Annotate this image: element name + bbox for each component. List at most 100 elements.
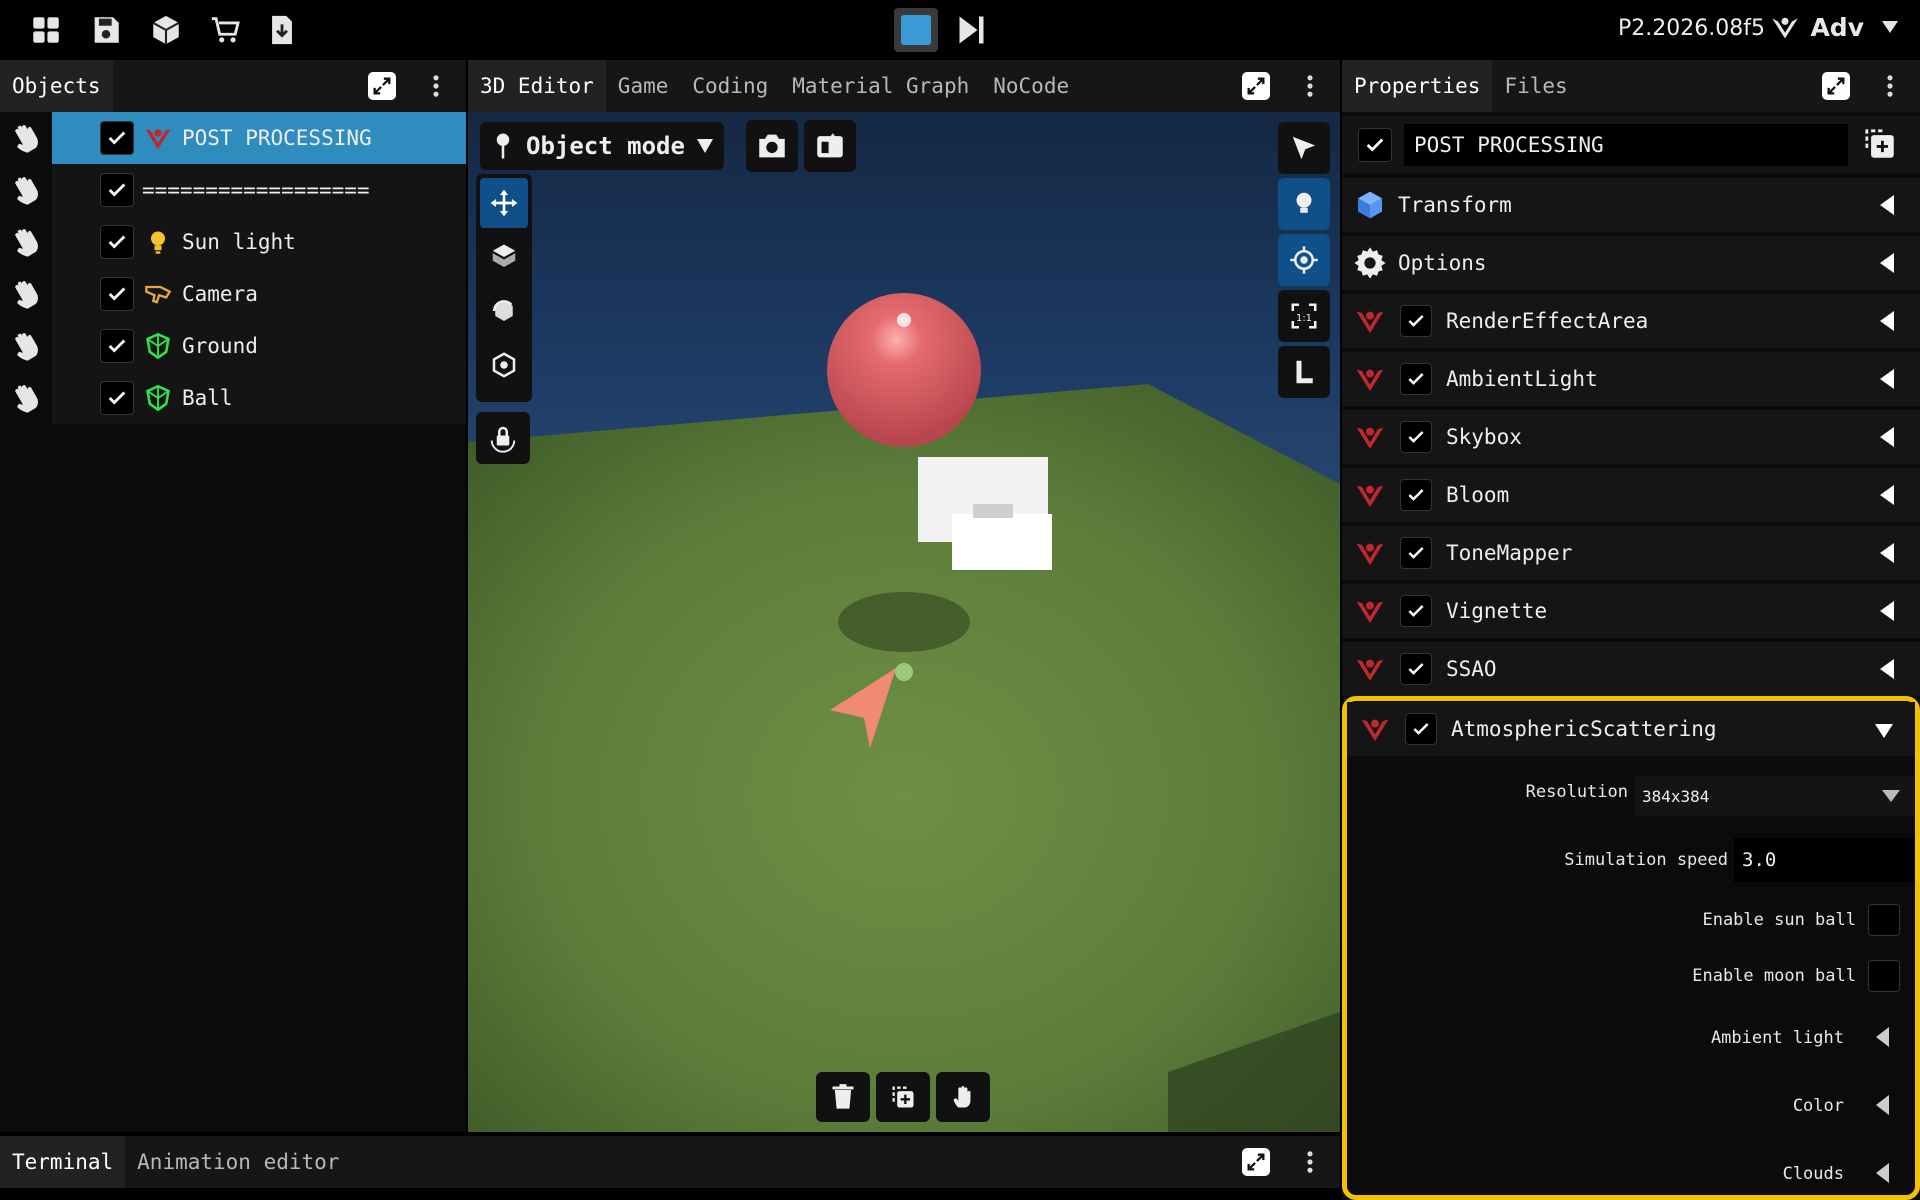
list-item[interactable]: Sun light [0, 216, 466, 268]
view-camera-button[interactable] [804, 120, 856, 172]
chevron-left-icon[interactable] [1876, 1163, 1889, 1183]
local-space-button[interactable] [1278, 346, 1330, 398]
chevron-left-icon[interactable] [1876, 1027, 1889, 1047]
section-checkbox[interactable] [1400, 363, 1432, 395]
section-checkbox[interactable] [1400, 421, 1432, 453]
chevron-down-icon[interactable] [1875, 724, 1893, 738]
chevron-left-icon[interactable] [1880, 427, 1894, 447]
list-item[interactable]: Ground [0, 320, 466, 372]
list-item[interactable]: Ball [0, 372, 466, 424]
scale-tool-icon[interactable] [480, 232, 528, 282]
object-name-row: POST PROCESSING [1342, 116, 1920, 174]
tab-3d-editor[interactable]: 3D Editor [468, 60, 606, 112]
more-options-icon[interactable] [1292, 68, 1328, 104]
tab-nocode[interactable]: NoCode [981, 60, 1081, 112]
chevron-left-icon[interactable] [1880, 601, 1894, 621]
screenshot-button[interactable] [746, 120, 798, 172]
section-transform[interactable]: Transform [1342, 178, 1920, 232]
3d-viewport[interactable]: Object mode 1:1 [468, 112, 1340, 1132]
chevron-left-icon[interactable] [1880, 195, 1894, 215]
select-tool-button[interactable] [1278, 122, 1330, 174]
visibility-checkbox[interactable] [100, 277, 134, 311]
expand-icon[interactable] [1242, 72, 1270, 100]
hand-icon[interactable] [8, 224, 44, 260]
section-ambientlight[interactable]: AmbientLight [1342, 352, 1920, 406]
add-component-icon[interactable] [1864, 128, 1898, 162]
tab-objects[interactable]: Objects [0, 60, 113, 112]
visibility-checkbox[interactable] [100, 381, 134, 415]
visibility-checkbox[interactable] [100, 329, 134, 363]
actual-size-button[interactable]: 1:1 [1278, 290, 1330, 342]
transform-tool-icon[interactable] [480, 340, 528, 390]
tab-terminal[interactable]: Terminal [0, 1136, 126, 1188]
tab-properties[interactable]: Properties [1342, 60, 1493, 112]
section-checkbox[interactable] [1400, 479, 1432, 511]
object-mode-dropdown[interactable]: Object mode [480, 122, 724, 170]
sun-ball-checkbox[interactable] [1868, 904, 1900, 936]
chevron-left-icon[interactable] [1880, 253, 1894, 273]
cart-icon[interactable] [202, 8, 250, 52]
expand-icon[interactable] [368, 72, 396, 100]
lock-rotate-button[interactable] [476, 412, 530, 464]
chevron-left-icon[interactable] [1880, 369, 1894, 389]
section-rendereffectarea[interactable]: RenderEffectArea [1342, 294, 1920, 348]
moon-ball-checkbox[interactable] [1868, 960, 1900, 992]
section-checkbox[interactable] [1400, 305, 1432, 337]
focus-toggle[interactable] [1278, 234, 1330, 286]
enabled-checkbox[interactable] [1358, 128, 1392, 162]
cube-icon[interactable] [142, 8, 190, 52]
list-item[interactable]: ================== [0, 164, 466, 216]
pan-button[interactable] [936, 1072, 990, 1122]
hand-icon[interactable] [8, 328, 44, 364]
lighting-toggle[interactable] [1278, 178, 1330, 230]
chevron-left-icon[interactable] [1880, 543, 1894, 563]
profile-menu[interactable]: Adv [1768, 10, 1898, 44]
hand-icon[interactable] [8, 380, 44, 416]
more-options-icon[interactable] [418, 68, 454, 104]
chevron-left-icon[interactable] [1880, 485, 1894, 505]
section-ssao[interactable]: SSAO [1342, 642, 1920, 696]
section-tonemapper[interactable]: ToneMapper [1342, 526, 1920, 580]
tab-game[interactable]: Game [606, 60, 681, 112]
tab-files[interactable]: Files [1492, 60, 1579, 112]
step-button[interactable] [948, 8, 992, 52]
more-options-icon[interactable] [1292, 1144, 1328, 1180]
duplicate-button[interactable] [876, 1072, 930, 1122]
resolution-dropdown[interactable]: 384x384 [1634, 776, 1914, 816]
move-tool-icon[interactable] [480, 178, 528, 228]
tab-coding[interactable]: Coding [680, 60, 780, 112]
section-checkbox[interactable] [1405, 713, 1437, 745]
delete-button[interactable] [816, 1072, 870, 1122]
hand-icon[interactable] [8, 120, 44, 156]
section-atmosphericscattering[interactable]: AtmosphericScattering [1347, 702, 1915, 756]
section-checkbox[interactable] [1400, 537, 1432, 569]
section-options[interactable]: Options [1342, 236, 1920, 290]
expand-icon[interactable] [1242, 1148, 1270, 1176]
object-name-field[interactable]: POST PROCESSING [1404, 124, 1848, 166]
hand-icon[interactable] [8, 276, 44, 312]
visibility-checkbox[interactable] [100, 121, 134, 155]
list-item[interactable]: Camera [0, 268, 466, 320]
expand-icon[interactable] [1822, 72, 1850, 100]
section-checkbox[interactable] [1400, 595, 1432, 627]
chevron-left-icon[interactable] [1880, 311, 1894, 331]
grid-icon[interactable] [22, 8, 70, 52]
save-icon[interactable] [82, 8, 130, 52]
section-skybox[interactable]: Skybox [1342, 410, 1920, 464]
tab-material-graph[interactable]: Material Graph [780, 60, 981, 112]
more-options-icon[interactable] [1872, 68, 1908, 104]
hand-icon[interactable] [8, 172, 44, 208]
visibility-checkbox[interactable] [100, 225, 134, 259]
download-icon[interactable] [258, 8, 306, 52]
chevron-left-icon[interactable] [1880, 659, 1894, 679]
section-vignette[interactable]: Vignette [1342, 584, 1920, 638]
section-bloom[interactable]: Bloom [1342, 468, 1920, 522]
sim-speed-input[interactable]: 3.0 [1734, 838, 1914, 882]
chevron-left-icon[interactable] [1876, 1095, 1889, 1115]
tab-animation-editor[interactable]: Animation editor [125, 1136, 351, 1188]
visibility-checkbox[interactable] [100, 173, 134, 207]
rotate-tool-icon[interactable] [480, 286, 528, 336]
list-item[interactable]: POST PROCESSING [0, 112, 466, 164]
section-checkbox[interactable] [1400, 653, 1432, 685]
stop-button[interactable] [894, 8, 938, 52]
